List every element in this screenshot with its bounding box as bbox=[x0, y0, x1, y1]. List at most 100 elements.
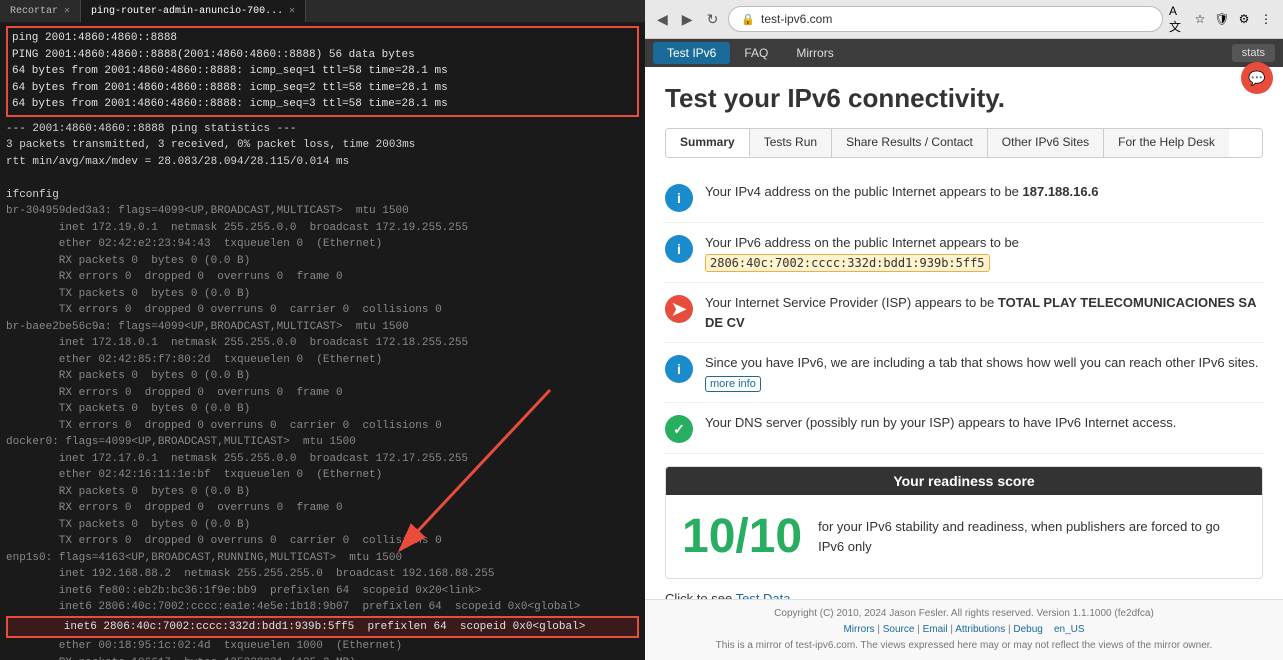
inet-1: inet 172.19.0.1 netmask 255.255.0.0 broa… bbox=[6, 220, 639, 237]
info-icon-dns: ✓ bbox=[665, 415, 693, 443]
reload-button[interactable]: ↻ bbox=[703, 9, 723, 30]
ping-line-0: ping 2001:4860:4860::8888 bbox=[12, 30, 633, 47]
ping-block: ping 2001:4860:4860::8888 PING 2001:4860… bbox=[6, 26, 639, 117]
info-icon-tab: i bbox=[665, 355, 693, 383]
footer-links: Mirrors | Source | Email | Attributions … bbox=[657, 622, 1271, 638]
chat-icon[interactable]: 💬 bbox=[1241, 62, 1273, 94]
more-info-link[interactable]: more info bbox=[705, 376, 761, 392]
nav-tab-faq[interactable]: FAQ bbox=[730, 42, 782, 64]
info-text-tab: Since you have IPv6, we are including a … bbox=[705, 353, 1263, 392]
browser-toolbar: ◀ ▶ ↻ 🔒 test-ipv6.com A文 ☆ 🛡 ⚙ ⋮ bbox=[653, 6, 1275, 32]
ping-line-1: PING 2001:4860:4860::8888(2001:4860:4860… bbox=[12, 47, 633, 64]
translate-icon[interactable]: A文 bbox=[1169, 10, 1187, 28]
forward-button[interactable]: ▶ bbox=[678, 9, 697, 30]
rx-docker: RX packets 0 bytes 0 (0.0 B) bbox=[6, 484, 639, 501]
info-text-isp: Your Internet Service Provider (ISP) app… bbox=[705, 293, 1263, 332]
browser-footer: Copyright (C) 2010, 2024 Jason Fesler. A… bbox=[645, 599, 1283, 660]
tx-docker: TX packets 0 bytes 0 (0.0 B) bbox=[6, 517, 639, 534]
content-tab-help-desk[interactable]: For the Help Desk bbox=[1104, 129, 1229, 157]
terminal-content: ping 2001:4860:4860::8888 PING 2001:4860… bbox=[0, 22, 645, 660]
lock-icon: 🔒 bbox=[741, 13, 755, 26]
tab-close-active-icon[interactable]: ✕ bbox=[289, 5, 295, 17]
terminal-tab-recortar[interactable]: Recortar ✕ bbox=[0, 0, 81, 22]
inet-enp: inet 192.168.88.2 netmask 255.255.255.0 … bbox=[6, 566, 639, 583]
terminal-panel: Recortar ✕ ping-router-admin-anuncio-700… bbox=[0, 0, 645, 660]
ether-2: ether 02:42:85:f7:80:2d txqueuelen 0 (Et… bbox=[6, 352, 639, 369]
tx-err-2: TX errors 0 dropped 0 overruns 0 carrier… bbox=[6, 418, 639, 435]
info-text-ipv4: Your IPv4 address on the public Internet… bbox=[705, 182, 1098, 202]
tx-err-docker: TX errors 0 dropped 0 overruns 0 carrier… bbox=[6, 533, 639, 550]
rx-err-docker: RX errors 0 dropped 0 overruns 0 frame 0 bbox=[6, 500, 639, 517]
content-tab-tests-run[interactable]: Tests Run bbox=[750, 129, 832, 157]
footer-link-email[interactable]: Email bbox=[923, 624, 948, 635]
ping-stats-2: 3 packets transmitted, 3 received, 0% pa… bbox=[6, 137, 639, 154]
readiness-block: Your readiness score 10/10 for your IPv6… bbox=[665, 466, 1263, 579]
inet-docker: inet 172.17.0.1 netmask 255.255.0.0 broa… bbox=[6, 451, 639, 468]
rx-1: RX packets 0 bytes 0 (0.0 B) bbox=[6, 253, 639, 270]
rx-2: RX packets 0 bytes 0 (0.0 B) bbox=[6, 368, 639, 385]
footer-copyright: Copyright (C) 2010, 2024 Jason Fesler. A… bbox=[657, 606, 1271, 622]
readiness-score: 10/10 bbox=[682, 509, 802, 564]
url-text: test-ipv6.com bbox=[761, 12, 832, 26]
info-text-ipv6: Your IPv6 address on the public Internet… bbox=[705, 233, 1019, 272]
nav-tab-mirrors[interactable]: Mirrors bbox=[782, 42, 847, 64]
ether-enp: ether 00:18:95:1c:02:4d txqueuelen 1000 … bbox=[6, 638, 639, 655]
terminal-tabs: Recortar ✕ ping-router-admin-anuncio-700… bbox=[0, 0, 645, 22]
content-tabs: Summary Tests Run Share Results / Contac… bbox=[665, 128, 1263, 158]
browser-panel: ◀ ▶ ↻ 🔒 test-ipv6.com A文 ☆ 🛡 ⚙ ⋮ Test IP… bbox=[645, 0, 1283, 660]
test-data-link[interactable]: Test Data bbox=[736, 591, 791, 599]
tx-1: TX packets 0 bytes 0 (0.0 B) bbox=[6, 286, 639, 303]
info-icon-isp: ➤ bbox=[665, 295, 693, 323]
footer-link-source[interactable]: Source bbox=[883, 624, 915, 635]
ping-line-4: 64 bytes from 2001:4860:4860::8888: icmp… bbox=[12, 96, 633, 113]
bookmark-icon[interactable]: ☆ bbox=[1191, 10, 1209, 28]
page-title: Test your IPv6 connectivity. bbox=[665, 83, 1263, 114]
terminal-blank-1 bbox=[6, 170, 639, 187]
stats-button[interactable]: stats bbox=[1232, 44, 1275, 62]
site-nav-tabs: Test IPv6 FAQ Mirrors stats bbox=[645, 39, 1283, 67]
ipv6-address-highlight: 2806:40c:7002:cccc:332d:bdd1:939b:5ff5 bbox=[705, 254, 990, 272]
content-tab-summary[interactable]: Summary bbox=[666, 129, 750, 157]
ifconfig-cmd: ifconfig bbox=[6, 187, 639, 204]
br-interface-2: br-baee2be56c9a: flags=4099<UP,BROADCAST… bbox=[6, 319, 639, 336]
info-card-isp: ➤ Your Internet Service Provider (ISP) a… bbox=[665, 283, 1263, 343]
footer-link-debug[interactable]: Debug bbox=[1013, 624, 1042, 635]
menu-icon[interactable]: ⋮ bbox=[1257, 10, 1275, 28]
extension-icon-2[interactable]: ⚙ bbox=[1235, 10, 1253, 28]
footer-link-mirrors[interactable]: Mirrors bbox=[843, 624, 874, 635]
address-bar[interactable]: 🔒 test-ipv6.com bbox=[728, 6, 1163, 32]
inet6-global-1: inet6 2806:40c:7002:cccc:ea1e:4e5e:1b18:… bbox=[6, 599, 639, 616]
nav-tab-testipv6[interactable]: Test IPv6 bbox=[653, 42, 730, 64]
browser-content: Test your IPv6 connectivity. Summary Tes… bbox=[645, 67, 1283, 599]
rx-err-2: RX errors 0 dropped 0 overruns 0 frame 0 bbox=[6, 385, 639, 402]
ping-stats-3: rtt min/avg/max/mdev = 28.083/28.094/28.… bbox=[6, 154, 639, 171]
info-card-ipv4: i Your IPv4 address on the public Intern… bbox=[665, 172, 1263, 223]
inet-2: inet 172.18.0.1 netmask 255.255.0.0 broa… bbox=[6, 335, 639, 352]
info-icon-ipv4: i bbox=[665, 184, 693, 212]
info-icon-ipv6: i bbox=[665, 235, 693, 263]
tab-close-icon[interactable]: ✕ bbox=[64, 5, 70, 17]
rx-err-1: RX errors 0 dropped 0 overruns 0 frame 0 bbox=[6, 269, 639, 286]
test-data-line: Click to see Test Data bbox=[665, 591, 1263, 599]
terminal-tab-ping[interactable]: ping-router-admin-anuncio-700... ✕ bbox=[81, 0, 306, 22]
footer-link-locale[interactable]: en_US bbox=[1054, 624, 1085, 635]
ping-line-3: 64 bytes from 2001:4860:4860::8888: icmp… bbox=[12, 80, 633, 97]
ping-line-2: 64 bytes from 2001:4860:4860::8888: icmp… bbox=[12, 63, 633, 80]
info-card-ipv6-tab: i Since you have IPv6, we are including … bbox=[665, 343, 1263, 403]
readiness-desc: for your IPv6 stability and readiness, w… bbox=[818, 517, 1246, 556]
footer-link-attributions[interactable]: Attributions bbox=[955, 624, 1005, 635]
readiness-body: 10/10 for your IPv6 stability and readin… bbox=[666, 495, 1262, 578]
readiness-header: Your readiness score bbox=[666, 467, 1262, 495]
content-tab-share[interactable]: Share Results / Contact bbox=[832, 129, 988, 157]
back-button[interactable]: ◀ bbox=[653, 9, 672, 30]
footer-mirror-note: This is a mirror of test-ipv6.com. The v… bbox=[657, 638, 1271, 654]
content-tab-other-sites[interactable]: Other IPv6 Sites bbox=[988, 129, 1104, 157]
extension-icon-1[interactable]: 🛡 bbox=[1213, 10, 1231, 28]
ether-1: ether 02:42:e2:23:94:43 txqueuelen 0 (Et… bbox=[6, 236, 639, 253]
info-text-dns: Your DNS server (possibly run by your IS… bbox=[705, 413, 1176, 433]
info-card-dns: ✓ Your DNS server (possibly run by your … bbox=[665, 403, 1263, 454]
tx-2: TX packets 0 bytes 0 (0.0 B) bbox=[6, 401, 639, 418]
enp-interface: enp1s0: flags=4163<UP,BROADCAST,RUNNING,… bbox=[6, 550, 639, 567]
ether-docker: ether 02:42:16:11:1e:bf txqueuelen 0 (Et… bbox=[6, 467, 639, 484]
ping-stats-1: --- 2001:4860:4860::8888 ping statistics… bbox=[6, 121, 639, 138]
